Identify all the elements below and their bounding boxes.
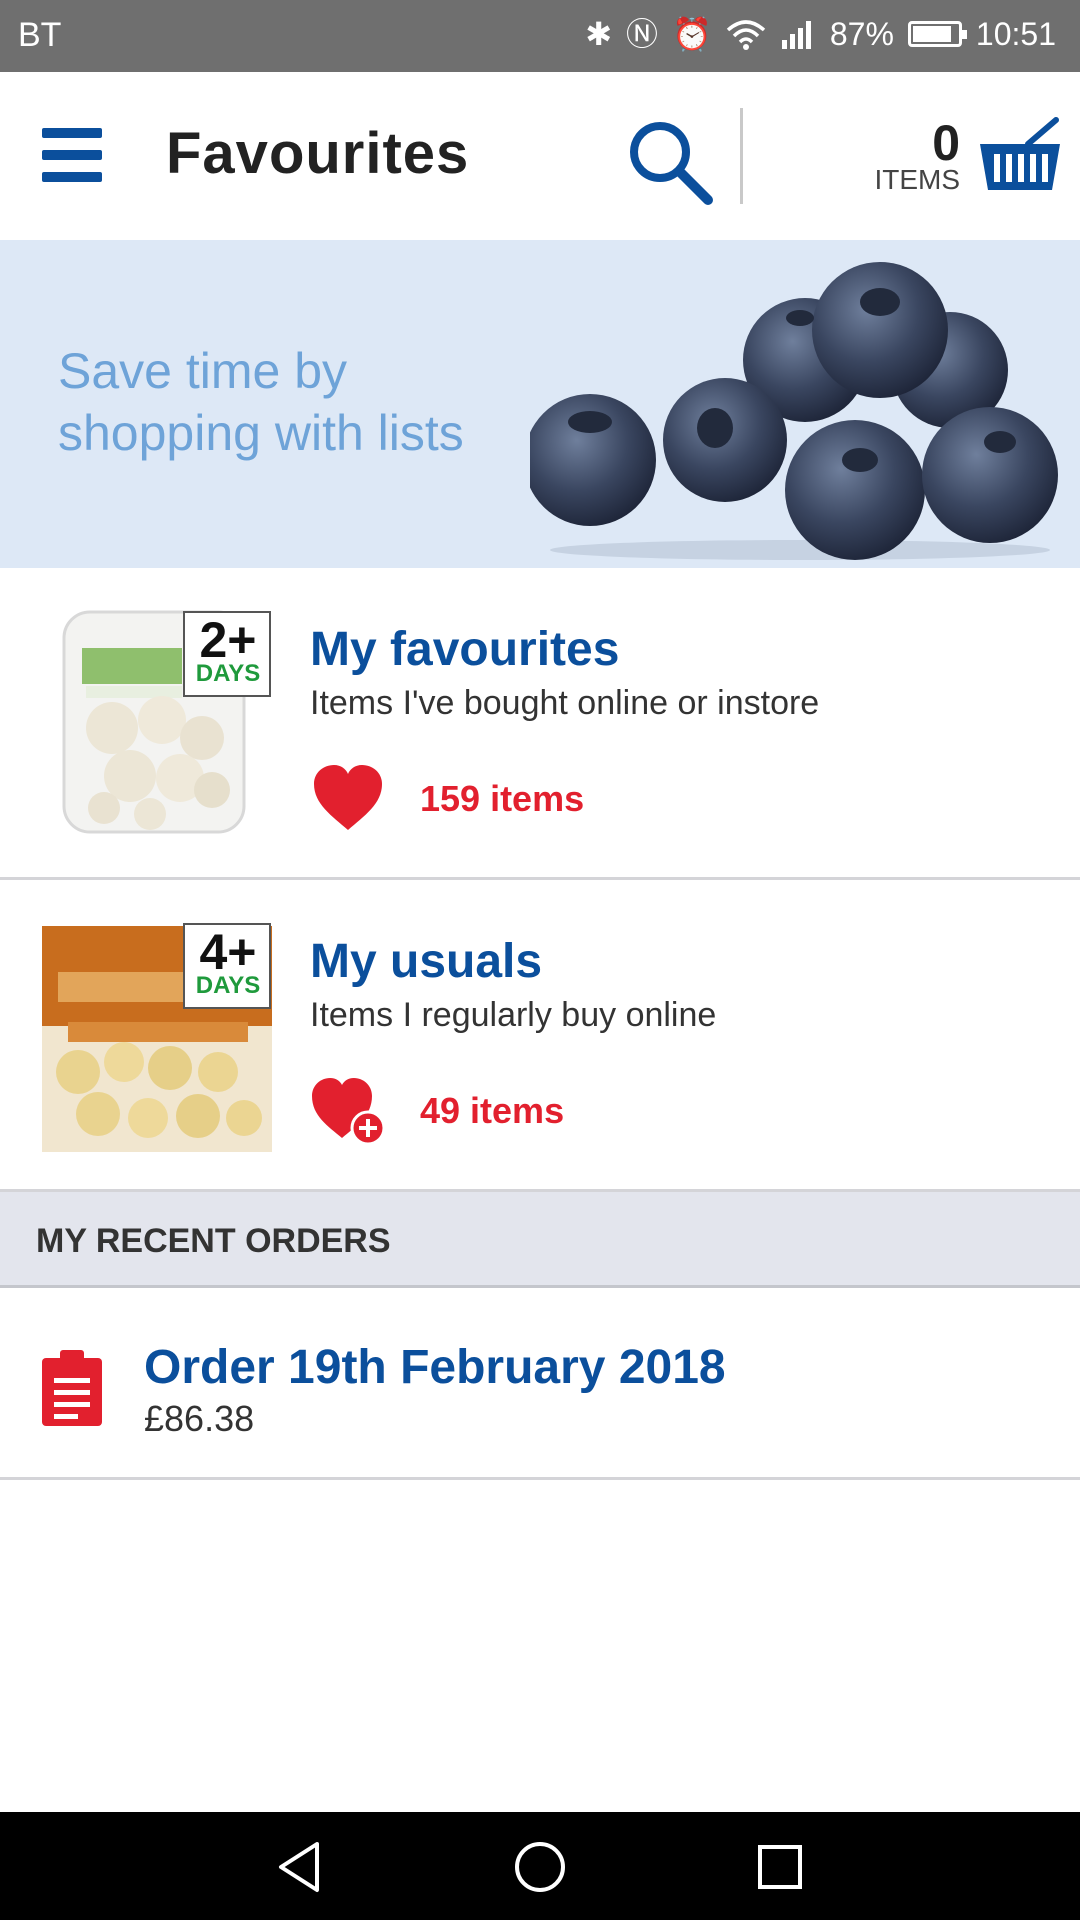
- shelf-life-badge-number: 2+: [199, 612, 257, 668]
- lists-promo-banner: Save time by shopping with lists: [0, 240, 1080, 568]
- system-navigation-bar: [0, 1812, 1080, 1920]
- home-icon[interactable]: [505, 1832, 575, 1902]
- battery-icon: [907, 21, 967, 47]
- heart-plus-icon: [312, 1078, 384, 1146]
- recent-orders-header: MY RECENT ORDERS: [0, 1192, 1080, 1288]
- list-card-usuals[interactable]: 4+ DAYS My usuals Items I regularly buy …: [0, 880, 1080, 1192]
- recent-apps-icon[interactable]: [745, 1832, 815, 1902]
- list-item-count: 159 items: [420, 778, 585, 819]
- order-row[interactable]: Order 19th February 2018 £86.38: [0, 1288, 1080, 1480]
- list-subtitle: Items I've bought online or instore: [310, 684, 820, 722]
- search-icon[interactable]: [624, 116, 714, 206]
- status-bar: BT ✱ Ⓝ ⏰ 87% 10:51: [0, 0, 1080, 72]
- battery-percent: 87%: [829, 16, 894, 52]
- alarm-icon: ⏰: [672, 16, 712, 52]
- bluetooth-icon: ✱: [585, 16, 613, 52]
- shelf-life-badge-label: DAYS: [195, 660, 261, 687]
- carrier-name: BT: [18, 16, 62, 54]
- basket-icon[interactable]: [976, 116, 1064, 196]
- shelf-life-badge-number: 4+: [199, 924, 257, 980]
- app-bar: Favourites 0 ITEMS: [0, 72, 1080, 240]
- order-title[interactable]: Order 19th February 2018: [144, 1340, 726, 1395]
- signal-icon: [781, 21, 811, 49]
- shelf-life-badge-label: DAYS: [195, 972, 261, 999]
- list-card-favourites[interactable]: 2+ DAYS My favourites Items I've bought …: [0, 568, 1080, 880]
- back-icon[interactable]: [265, 1832, 335, 1902]
- blueberries-image: [530, 262, 1058, 560]
- basket-items-label[interactable]: ITEMS: [860, 164, 960, 196]
- menu-icon[interactable]: [42, 128, 102, 184]
- wifi-icon: [726, 20, 766, 50]
- section-title: MY RECENT ORDERS: [36, 1222, 391, 1260]
- clock: 10:51: [975, 16, 1056, 52]
- list-item-count: 49 items: [420, 1090, 565, 1131]
- clipboard-icon: [42, 1350, 102, 1426]
- banner-text: Save time by shopping with lists: [58, 343, 464, 461]
- list-subtitle: Items I regularly buy online: [310, 996, 717, 1034]
- status-icons: ✱ Ⓝ ⏰ 87% 10:51: [585, 12, 1056, 56]
- nfc-icon: Ⓝ: [626, 16, 659, 52]
- order-total: £86.38: [144, 1398, 255, 1439]
- page-title: Favourites: [166, 121, 470, 186]
- list-title[interactable]: My usuals: [310, 934, 542, 989]
- heart-icon: [314, 765, 382, 830]
- battery-level-fill: [912, 26, 951, 42]
- list-title[interactable]: My favourites: [310, 622, 619, 677]
- app-bar-divider: [740, 108, 743, 204]
